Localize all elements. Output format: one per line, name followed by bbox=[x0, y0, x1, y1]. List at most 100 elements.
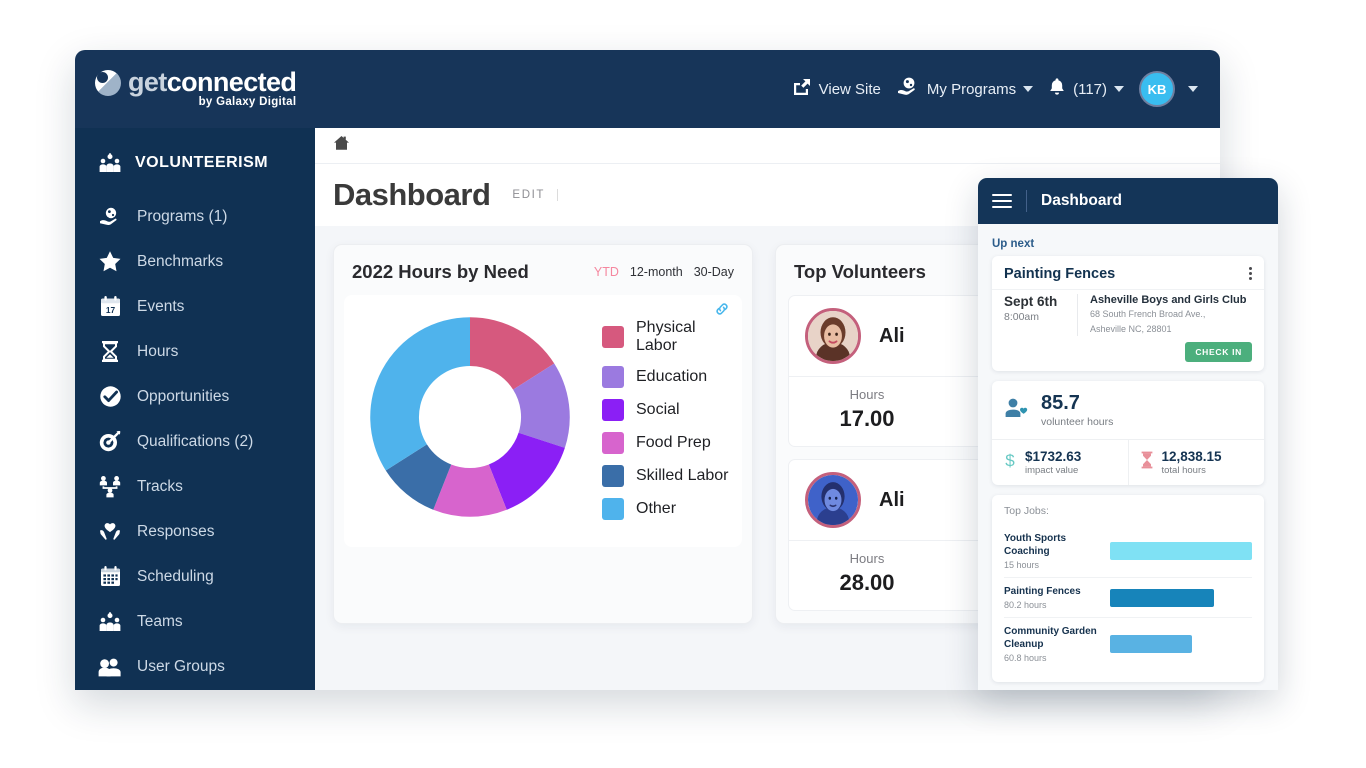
chevron-down-icon bbox=[1188, 86, 1198, 92]
sidebar-item-label: Hours bbox=[137, 343, 178, 361]
up-next-title: Painting Fences bbox=[1004, 266, 1115, 282]
top-job-bar-track bbox=[1110, 635, 1252, 653]
sidebar-item-scheduling[interactable]: Scheduling bbox=[75, 554, 315, 599]
avatar bbox=[805, 472, 861, 528]
total-hours-label: total hours bbox=[1162, 465, 1222, 476]
top-jobs-heading: Top Jobs: bbox=[1004, 505, 1252, 517]
chevron-down-icon bbox=[1114, 86, 1124, 92]
volunteer-hours-cell: Hours 28.00 bbox=[789, 541, 945, 610]
my-programs-label: My Programs bbox=[927, 81, 1016, 98]
sidebar-item-qualifications[interactable]: Qualifications (2) bbox=[75, 419, 315, 464]
legend-swatch bbox=[602, 326, 624, 348]
range-toggle: YTD 12-month 30-Day bbox=[594, 265, 734, 279]
users-icon bbox=[97, 654, 123, 680]
impact-value-value: $1732.63 bbox=[1025, 449, 1081, 464]
hands-heart-icon bbox=[97, 519, 123, 545]
my-programs-menu[interactable]: My Programs bbox=[896, 76, 1033, 102]
up-next-datetime: Sept 6th 8:00am bbox=[1004, 294, 1078, 336]
view-site-label: View Site bbox=[819, 81, 881, 98]
team-group-icon bbox=[97, 150, 123, 176]
volunteer-name: Ali bbox=[879, 325, 905, 348]
legend-swatch bbox=[602, 498, 624, 520]
chart-legend: Physical Labor Education Social bbox=[602, 315, 732, 520]
top-job-hours: 80.2 hours bbox=[1004, 600, 1100, 610]
mobile-app-panel: Dashboard Up next Painting Fences Sept 6… bbox=[978, 178, 1278, 690]
donut-slice-other[interactable] bbox=[370, 317, 470, 470]
edit-button[interactable]: EDIT bbox=[512, 189, 558, 201]
hourglass-icon bbox=[97, 339, 123, 365]
top-nav-actions: View Site My Programs (117) bbox=[792, 50, 1198, 128]
sidebar-item-tracks[interactable]: Tracks bbox=[75, 464, 315, 509]
star-icon bbox=[97, 249, 123, 275]
range-option-12-month[interactable]: 12-month bbox=[630, 265, 683, 279]
impact-value-stat: $ $1732.63 impact value bbox=[992, 440, 1128, 485]
up-next-label: Up next bbox=[992, 238, 1264, 250]
top-job-bar bbox=[1110, 635, 1192, 653]
sidebar-item-label: User Groups bbox=[137, 658, 225, 676]
link-icon[interactable] bbox=[714, 301, 730, 322]
sidebar-item-label: Scheduling bbox=[137, 568, 214, 586]
top-job-info: Painting Fences 80.2 hours bbox=[1004, 585, 1100, 610]
sidebar-item-label: Events bbox=[137, 298, 184, 316]
sidebar-item-benchmarks[interactable]: Benchmarks bbox=[75, 239, 315, 284]
calendar-17-icon: 17 bbox=[97, 294, 123, 320]
sidebar-item-events[interactable]: 17 Events bbox=[75, 284, 315, 329]
hand-globe-icon bbox=[896, 76, 920, 102]
calendar-grid-icon bbox=[97, 564, 123, 590]
avatar bbox=[805, 308, 861, 364]
chevron-down-icon bbox=[1023, 86, 1033, 92]
sidebar-item-teams[interactable]: Teams bbox=[75, 599, 315, 644]
sidebar-section-volunteerism[interactable]: VOLUNTEERISM bbox=[75, 128, 315, 194]
sidebar-item-opportunities[interactable]: Opportunities bbox=[75, 374, 315, 419]
divider bbox=[1026, 190, 1027, 212]
top-navigation-bar: getconnected by Galaxy Digital View Site… bbox=[75, 50, 1220, 128]
check-in-row: CHECK IN bbox=[992, 342, 1264, 371]
top-job-bar bbox=[1110, 542, 1252, 560]
share-external-icon bbox=[792, 78, 812, 100]
home-icon[interactable] bbox=[333, 135, 350, 156]
up-next-time: 8:00am bbox=[1004, 311, 1069, 323]
stats-card: 85.7 volunteer hours $ $1732.63 impact v… bbox=[992, 381, 1264, 485]
hand-globe-icon bbox=[97, 204, 123, 230]
top-job-row: Community Garden Cleanup 60.8 hours bbox=[1004, 617, 1252, 670]
range-option-30-day[interactable]: 30-Day bbox=[694, 265, 734, 279]
user-menu[interactable]: KB bbox=[1139, 71, 1198, 107]
svg-text:17: 17 bbox=[105, 305, 115, 315]
top-job-name: Painting Fences bbox=[1004, 585, 1100, 598]
sidebar-item-label: Qualifications (2) bbox=[137, 433, 253, 451]
legend-label: Physical Labor bbox=[636, 319, 732, 355]
view-site-link[interactable]: View Site bbox=[792, 78, 881, 100]
impact-value-label: impact value bbox=[1025, 465, 1081, 476]
sidebar-item-responses[interactable]: Responses bbox=[75, 509, 315, 554]
top-job-name: Youth Sports Coaching bbox=[1004, 532, 1100, 558]
sidebar-item-label: Programs (1) bbox=[137, 208, 227, 226]
hamburger-icon[interactable] bbox=[992, 190, 1012, 212]
sidebar-item-hours[interactable]: Hours bbox=[75, 329, 315, 374]
sidebar-item-programs[interactable]: Programs (1) bbox=[75, 194, 315, 239]
volunteer-hours-stat: 85.7 volunteer hours bbox=[992, 381, 1264, 440]
check-in-button[interactable]: CHECK IN bbox=[1185, 342, 1252, 362]
avatar-initials: KB bbox=[1148, 82, 1167, 97]
top-volunteers-title: Top Volunteers bbox=[794, 261, 926, 283]
hours-by-need-card: 2022 Hours by Need YTD 12-month 30-Day bbox=[333, 244, 753, 624]
sidebar-item-label: Tracks bbox=[137, 478, 183, 496]
sidebar-item-label: Teams bbox=[137, 613, 183, 631]
hours-label: Hours bbox=[793, 551, 941, 566]
legend-swatch bbox=[602, 399, 624, 421]
donut-chart bbox=[354, 301, 586, 533]
sidebar-item-label: Opportunities bbox=[137, 388, 229, 406]
svg-text:$: $ bbox=[1005, 451, 1015, 470]
legend-label: Education bbox=[636, 368, 707, 386]
brand-logo[interactable]: getconnected by Galaxy Digital bbox=[95, 67, 296, 108]
avatar[interactable]: KB bbox=[1139, 71, 1175, 107]
kebab-menu-icon[interactable] bbox=[1249, 265, 1252, 282]
top-job-info: Youth Sports Coaching 15 hours bbox=[1004, 532, 1100, 570]
sidebar-item-user-groups[interactable]: User Groups bbox=[75, 644, 315, 689]
notifications-menu[interactable]: (117) bbox=[1048, 77, 1124, 101]
check-circle-icon bbox=[97, 384, 123, 410]
top-job-info: Community Garden Cleanup 60.8 hours bbox=[1004, 625, 1100, 663]
notifications-count: (117) bbox=[1073, 81, 1107, 98]
range-option-ytd[interactable]: YTD bbox=[594, 265, 619, 279]
sidebar-item-label: Responses bbox=[137, 523, 215, 541]
hours-value: 17.00 bbox=[793, 406, 941, 432]
